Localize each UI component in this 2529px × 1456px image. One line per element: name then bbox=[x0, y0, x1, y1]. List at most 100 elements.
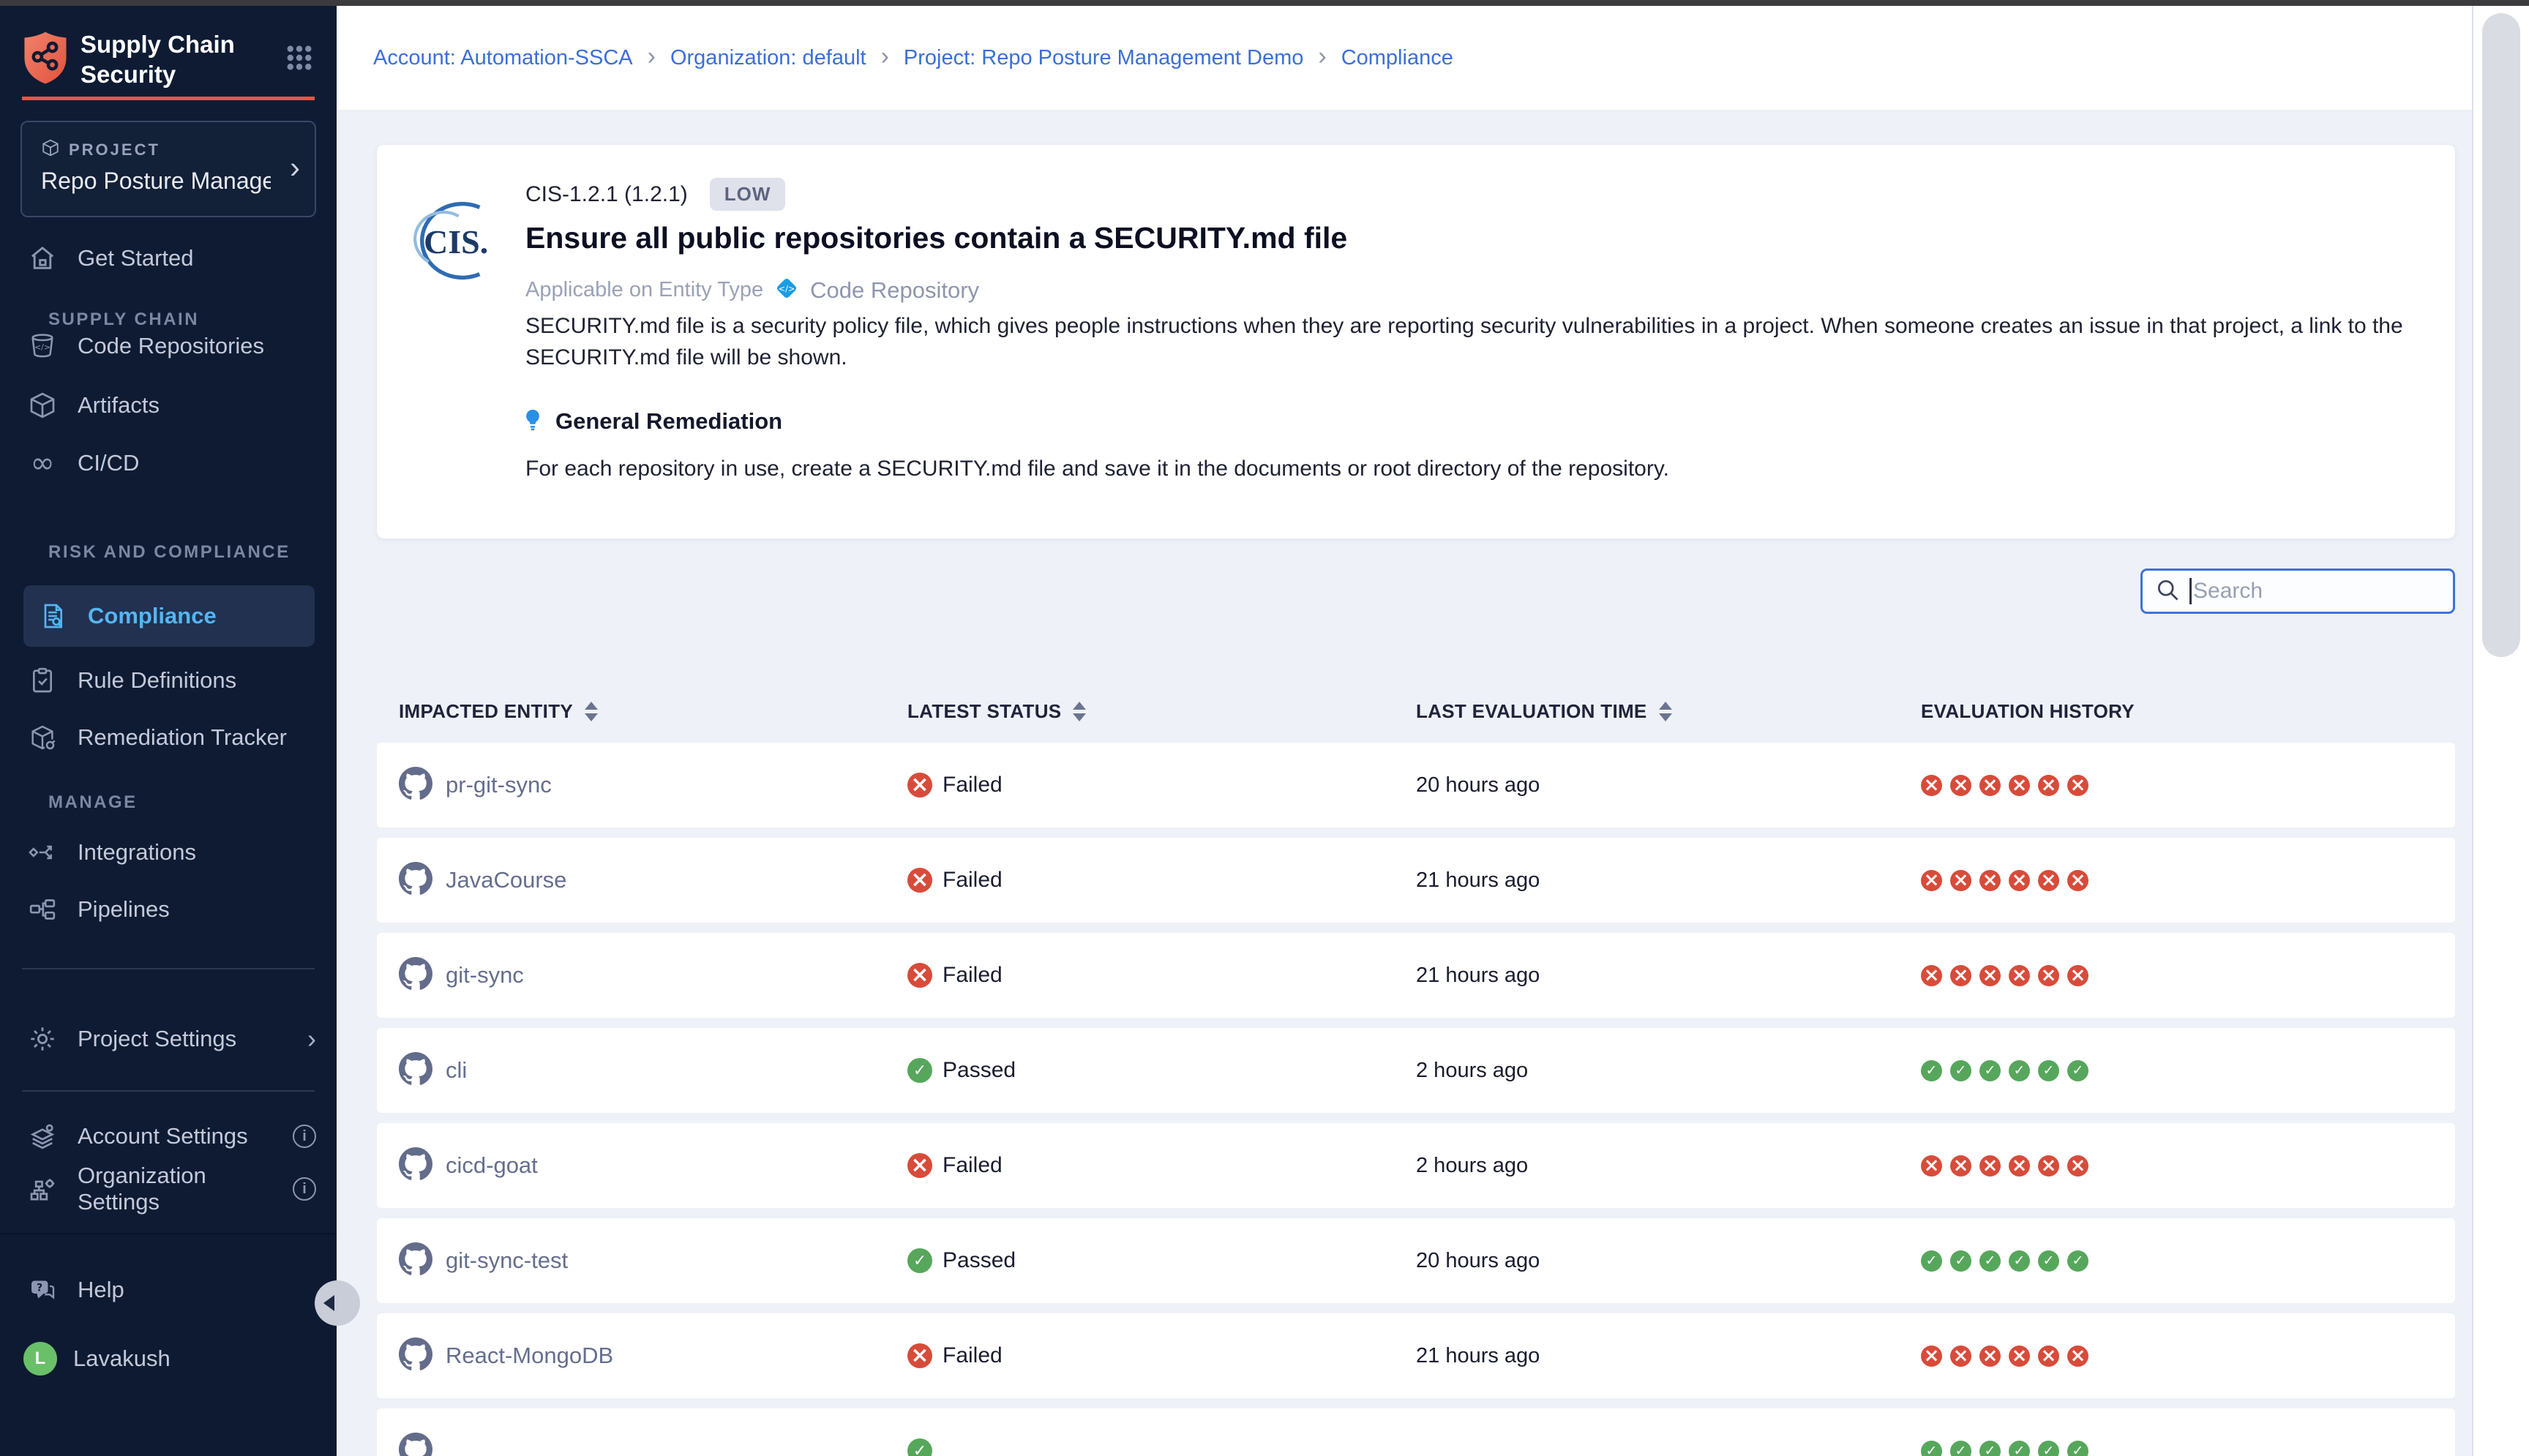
table-row[interactable]: JavaCourse × Failed 21 hours ago ×××××× bbox=[377, 838, 2455, 923]
status-text: Failed bbox=[943, 773, 1003, 798]
check-circle-icon: ✓ bbox=[1950, 1060, 1971, 1081]
x-circle-icon: × bbox=[1921, 1346, 1942, 1367]
entity-link[interactable]: git-sync-test bbox=[446, 1247, 568, 1274]
table-row[interactable]: React-MongoDB × Failed 21 hours ago ××××… bbox=[377, 1313, 2455, 1398]
x-circle-icon: × bbox=[2038, 775, 2059, 796]
check-circle-icon: ✓ bbox=[1921, 1250, 1942, 1272]
check-circle-icon: ✓ bbox=[2067, 1441, 2088, 1456]
sidebar-item-pipelines[interactable]: Pipelines bbox=[23, 886, 316, 933]
home-icon bbox=[23, 244, 61, 273]
sidebar-collapse-handle[interactable] bbox=[315, 1280, 360, 1326]
sidebar-item-get-started[interactable]: Get Started bbox=[23, 235, 316, 282]
column-header-latest-status[interactable]: LATEST STATUS bbox=[907, 700, 1416, 723]
sidebar-item-integrations[interactable]: Integrations bbox=[23, 829, 316, 876]
sidebar-item-project-settings[interactable]: Project Settings › bbox=[23, 1016, 316, 1062]
table-row[interactable]: ✓ ✓✓✓✓✓✓ bbox=[377, 1408, 2455, 1456]
scrollbar-track[interactable] bbox=[2472, 6, 2529, 1456]
app-title: Supply ChainSecurity bbox=[80, 29, 235, 89]
entity-link[interactable]: JavaCourse bbox=[446, 867, 566, 893]
check-circle-icon: ✓ bbox=[2038, 1441, 2059, 1456]
project-selector[interactable]: PROJECT Repo Posture Manage... › bbox=[20, 121, 316, 217]
x-circle-icon: × bbox=[1921, 775, 1942, 796]
breadcrumb-account[interactable]: Account: Automation-SSCA bbox=[373, 46, 633, 70]
sidebar-item-remediation-tracker[interactable]: Remediation Tracker bbox=[23, 714, 316, 761]
x-circle-icon: × bbox=[907, 963, 932, 988]
integrations-icon bbox=[23, 838, 61, 867]
sort-icon[interactable] bbox=[1073, 702, 1086, 721]
sidebar-divider bbox=[22, 968, 315, 969]
breadcrumb-project[interactable]: Project: Repo Posture Management Demo bbox=[904, 46, 1303, 70]
column-header-last-evaluation-time[interactable]: LAST EVALUATION TIME bbox=[1416, 700, 1921, 723]
sidebar-bottom-section: ? Help L Lavakush bbox=[0, 1233, 337, 1456]
entity-type[interactable]: Code Repository bbox=[810, 277, 979, 304]
sort-icon[interactable] bbox=[1659, 702, 1672, 721]
sort-icon[interactable] bbox=[585, 702, 598, 721]
table-row[interactable]: cicd-goat × Failed 2 hours ago ×××××× bbox=[377, 1123, 2455, 1208]
breadcrumb-compliance[interactable]: Compliance bbox=[1341, 46, 1453, 70]
gear-icon bbox=[23, 1024, 61, 1054]
column-header-impacted-entity[interactable]: IMPACTED ENTITY bbox=[399, 700, 907, 723]
sidebar-item-rule-definitions[interactable]: Rule Definitions bbox=[23, 657, 316, 704]
lightbulb-icon bbox=[520, 407, 545, 435]
sidebar-item-artifacts[interactable]: Artifacts bbox=[23, 382, 316, 429]
x-circle-icon: × bbox=[907, 868, 932, 893]
x-circle-icon: × bbox=[1950, 775, 1971, 796]
x-circle-icon: × bbox=[2038, 1155, 2059, 1177]
entity-link[interactable]: cli bbox=[446, 1057, 467, 1084]
info-icon[interactable]: i bbox=[293, 1125, 316, 1148]
x-circle-icon: × bbox=[2067, 870, 2088, 891]
breadcrumb-bar: Account: Automation-SSCA › Organization:… bbox=[337, 6, 2529, 110]
infinity-icon: ∞ bbox=[23, 449, 61, 478]
table-row[interactable]: pr-git-sync × Failed 20 hours ago ×××××× bbox=[377, 743, 2455, 828]
check-circle-icon: ✓ bbox=[1979, 1250, 2001, 1272]
evaluation-history: ✓✓✓✓✓✓ bbox=[1921, 1250, 2455, 1272]
x-circle-icon: × bbox=[2038, 965, 2059, 986]
breadcrumb-organization[interactable]: Organization: default bbox=[670, 46, 866, 70]
module-grid-icon[interactable] bbox=[284, 42, 315, 77]
sidebar-item-cicd[interactable]: ∞ CI/CD bbox=[23, 440, 316, 487]
github-icon bbox=[399, 957, 432, 994]
entity-link[interactable]: cicd-goat bbox=[446, 1152, 538, 1179]
github-icon bbox=[399, 1433, 432, 1456]
sidebar-divider bbox=[22, 1090, 315, 1092]
entity-link[interactable]: pr-git-sync bbox=[446, 772, 552, 798]
table-row[interactable]: git-sync × Failed 21 hours ago ×××××× bbox=[377, 933, 2455, 1018]
search-box[interactable] bbox=[2140, 568, 2455, 614]
x-circle-icon: × bbox=[907, 773, 932, 798]
status-text: Failed bbox=[943, 1343, 1003, 1368]
search-input[interactable] bbox=[2193, 579, 2441, 604]
status-text: Failed bbox=[943, 868, 1003, 893]
x-circle-icon: × bbox=[1950, 870, 1971, 891]
table-row[interactable]: git-sync-test ✓ Passed 20 hours ago ✓✓✓✓… bbox=[377, 1218, 2455, 1303]
github-icon bbox=[399, 1147, 432, 1185]
x-circle-icon: × bbox=[1921, 965, 1942, 986]
compliance-document-icon bbox=[34, 601, 72, 631]
help-chat-icon: ? bbox=[23, 1275, 61, 1305]
x-circle-icon: × bbox=[2009, 1346, 2030, 1367]
check-circle-icon: ✓ bbox=[907, 1058, 932, 1083]
entity-link[interactable]: React-MongoDB bbox=[446, 1343, 613, 1369]
table-row[interactable]: cli ✓ Passed 2 hours ago ✓✓✓✓✓✓ bbox=[377, 1028, 2455, 1113]
github-icon bbox=[399, 1242, 432, 1280]
collapse-arrow-icon bbox=[323, 1295, 334, 1311]
scrollbar-thumb[interactable] bbox=[2482, 13, 2520, 657]
sidebar-item-organization-settings[interactable]: Organization Settings i bbox=[23, 1166, 316, 1212]
evaluation-history: ✓✓✓✓✓✓ bbox=[1921, 1441, 2455, 1456]
org-chart-gear-icon bbox=[23, 1174, 61, 1204]
status-text: Failed bbox=[943, 963, 1003, 988]
sidebar-item-account-settings[interactable]: Account Settings i bbox=[23, 1113, 316, 1160]
check-circle-icon: ✓ bbox=[1921, 1441, 1942, 1456]
sidebar-item-compliance[interactable]: Compliance bbox=[23, 585, 315, 647]
info-icon[interactable]: i bbox=[293, 1177, 316, 1201]
cube-icon bbox=[41, 138, 60, 161]
sidebar-item-help[interactable]: ? Help bbox=[23, 1267, 316, 1313]
evaluation-history: ×××××× bbox=[1921, 870, 2455, 891]
entity-link[interactable]: git-sync bbox=[446, 962, 524, 988]
sidebar-item-code-repositories[interactable]: </> Code Repositories bbox=[23, 323, 316, 369]
chevron-separator-icon: › bbox=[648, 44, 656, 72]
github-icon bbox=[399, 1052, 432, 1089]
x-circle-icon: × bbox=[1950, 1346, 1971, 1367]
supply-chain-security-logo bbox=[22, 30, 69, 89]
x-circle-icon: × bbox=[1979, 1155, 2001, 1177]
user-menu[interactable]: L Lavakush bbox=[23, 1335, 316, 1382]
